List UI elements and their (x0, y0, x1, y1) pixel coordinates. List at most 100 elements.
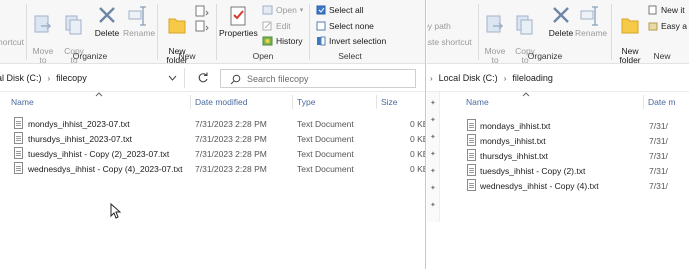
file-row[interactable]: tuesdys_ihhist - Copy (2)_2023-07.txt 7/… (0, 146, 425, 161)
select-all-button[interactable]: Select all (316, 5, 364, 15)
new-item-icon[interactable] (194, 5, 210, 35)
right-address-row: › Local Disk (C:) › fileloading (427, 64, 689, 92)
column-header-type[interactable]: Type (297, 97, 315, 107)
delete-x-icon (553, 7, 569, 23)
new-folder-icon (621, 18, 639, 34)
file-row[interactable]: mondays_ihhist.txt 7/31/ (427, 118, 689, 133)
properties-label: Properties (219, 28, 258, 38)
rename-label: Rename (575, 28, 608, 38)
breadcrumb-separator-icon: › (47, 73, 51, 83)
file-row[interactable]: mondys_ihhist.txt 7/31/ (427, 133, 689, 148)
breadcrumb-folder[interactable]: fileloading (512, 73, 553, 83)
left-ribbon: hortcut Move to Copy to Delete Rename Or… (0, 0, 425, 65)
copy-path-button[interactable]: py path (427, 21, 451, 31)
breadcrumb-drive[interactable]: Local Disk (C:) (439, 73, 498, 83)
file-name: thursdys_ihhist_2023-07.txt (28, 134, 132, 144)
file-type: Text Document (297, 134, 354, 144)
sort-ascending-icon (522, 92, 530, 97)
breadcrumb-drive[interactable]: al Disk (C:) (0, 73, 42, 83)
history-button[interactable]: History (262, 36, 302, 46)
text-file-icon (14, 117, 23, 129)
new-folder-button[interactable]: New folder (615, 5, 645, 65)
new-folder-icon (168, 18, 186, 34)
edit-icon (262, 21, 272, 31)
file-row[interactable]: wednesdys_ihhist - Copy (4).txt 7/31/ (427, 178, 689, 193)
organize-group-label: Organize (527, 51, 563, 61)
file-type: Text Document (297, 164, 354, 174)
move-to-button[interactable]: Move to (482, 5, 508, 65)
copy-to-icon (65, 15, 82, 35)
file-date: 7/31/2023 2:28 PM (195, 149, 267, 159)
select-all-label: Select all (329, 5, 364, 15)
file-date: 7/31/2023 2:28 PM (195, 134, 267, 144)
search-box[interactable]: Search filecopy (220, 69, 416, 88)
pin-icon[interactable]: ✦ (430, 100, 437, 107)
text-file-icon (467, 119, 476, 131)
column-header-date-modified[interactable]: Date modified (195, 97, 247, 107)
rename-button[interactable]: Rename (575, 5, 608, 38)
file-row[interactable]: wednesdys_ihhist - Copy (4)_2023-07.txt … (0, 161, 425, 176)
easy-access-button[interactable]: Easy a (648, 21, 687, 31)
move-to-button[interactable]: Move to (30, 5, 56, 65)
left-address-row: al Disk (C:) › filecopy Search filecopy (0, 64, 425, 92)
organize-group-label: Organize (72, 51, 108, 61)
new-item-icon (648, 5, 657, 15)
file-name: mondays_ihhist.txt (480, 121, 551, 131)
open-button[interactable]: Open ▾ (262, 5, 303, 15)
breadcrumb-separator-icon: › (503, 73, 507, 83)
breadcrumb-separator-icon: › (430, 73, 433, 83)
file-date: 7/31/2023 2:28 PM (195, 164, 267, 174)
edit-button[interactable]: Edit (262, 21, 291, 31)
search-input[interactable]: Search filecopy (247, 74, 309, 84)
breadcrumb-folder[interactable]: filecopy (56, 73, 87, 83)
pin-icon[interactable]: ✦ (430, 202, 437, 209)
file-date: 7/31/ (649, 166, 668, 176)
file-row[interactable]: thursdys_ihhist_2023-07.txt 7/31/2023 2:… (0, 131, 425, 146)
move-to-icon (486, 15, 504, 33)
address-dropdown-icon[interactable] (168, 74, 177, 82)
invert-selection-icon (317, 36, 326, 46)
select-none-label: Select none (329, 21, 374, 31)
file-type: Text Document (297, 149, 354, 159)
delete-button[interactable]: Delete (93, 5, 121, 38)
file-row[interactable]: tuesdys_ihhist - Copy (2).txt 7/31/ (427, 163, 689, 178)
refresh-icon[interactable] (197, 72, 209, 84)
invert-selection-button[interactable]: Invert selection (316, 36, 386, 46)
file-row[interactable]: mondys_ihhist_2023-07.txt 7/31/2023 2:28… (0, 116, 425, 131)
open-group-label: Open (252, 51, 274, 61)
column-header-date-modified[interactable]: Date m (648, 97, 675, 107)
open-icon (262, 5, 273, 15)
breadcrumb[interactable]: › Local Disk (C:) › fileloading (430, 73, 553, 83)
text-file-icon (467, 179, 476, 191)
move-to-label: Move to (484, 46, 506, 65)
paste-shortcut-button[interactable]: aste shortcut (427, 37, 472, 47)
mouse-cursor-icon (110, 203, 121, 219)
file-row[interactable]: thursdys_ihhist.txt 7/31/ (427, 148, 689, 163)
properties-icon (230, 6, 246, 26)
rename-button[interactable]: Rename (123, 5, 155, 38)
delete-label: Delete (548, 28, 574, 38)
file-size: 0 KB (410, 119, 425, 129)
easy-access-label: Easy a (661, 21, 687, 31)
file-name: tuesdys_ihhist - Copy (2).txt (480, 166, 586, 176)
file-name: wednesdys_ihhist - Copy (4).txt (480, 181, 599, 191)
breadcrumb[interactable]: al Disk (C:) › filecopy (0, 73, 87, 83)
column-header-size[interactable]: Size (381, 97, 398, 107)
file-date: 7/31/ (649, 136, 668, 146)
text-file-icon (14, 132, 23, 144)
file-name: tuesdys_ihhist - Copy (2)_2023-07.txt (28, 149, 170, 159)
search-icon (230, 74, 241, 85)
text-file-icon (14, 162, 23, 174)
properties-button[interactable]: Properties (219, 5, 258, 38)
text-file-icon (467, 134, 476, 146)
column-header-name[interactable]: Name (11, 97, 34, 107)
select-none-button[interactable]: Select none (316, 21, 374, 31)
paste-shortcut-button[interactable]: hortcut (0, 38, 24, 47)
text-file-icon (467, 164, 476, 176)
delete-button[interactable]: Delete (547, 5, 575, 38)
select-all-icon (316, 5, 326, 15)
column-header-name[interactable]: Name (466, 97, 489, 107)
new-item-button[interactable]: New it (648, 5, 685, 15)
left-explorer-window: hortcut Move to Copy to Delete Rename Or… (0, 0, 426, 269)
file-name: mondys_ihhist.txt (480, 136, 546, 146)
